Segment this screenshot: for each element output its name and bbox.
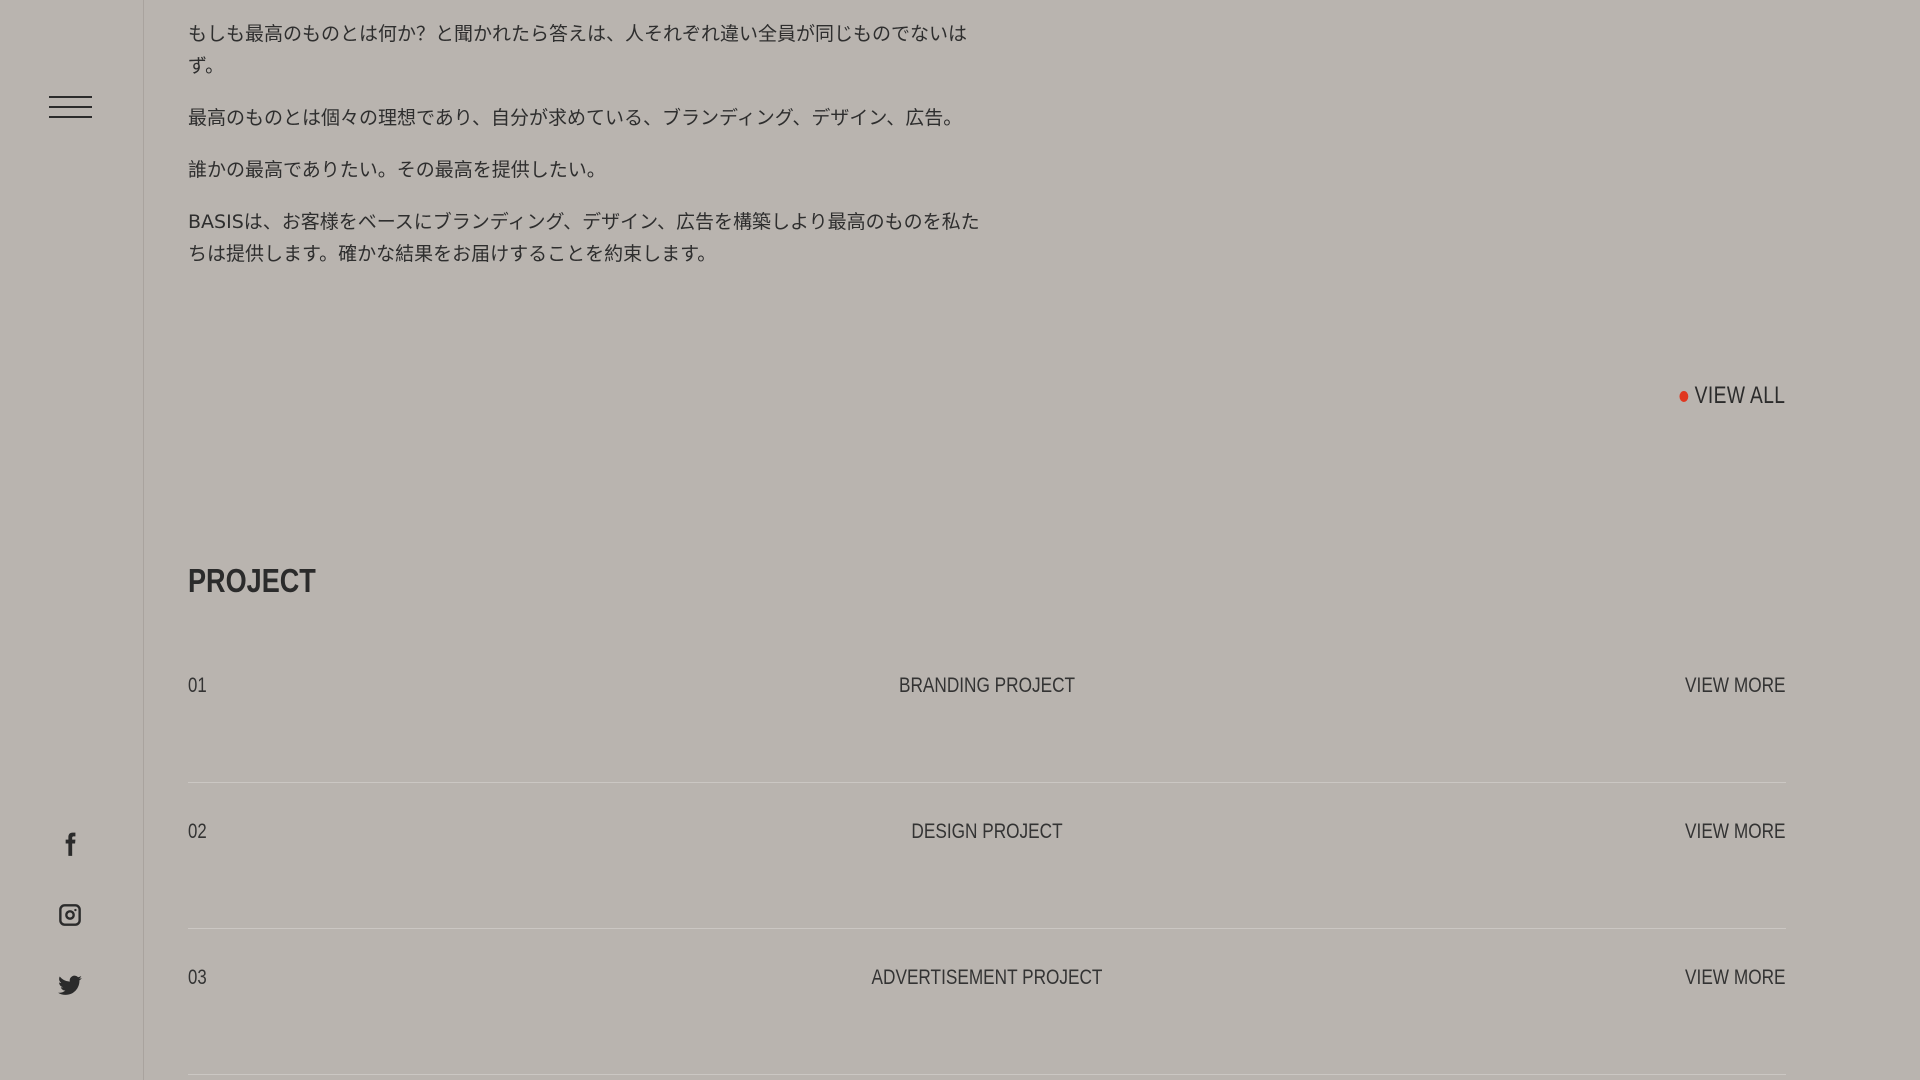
view-more-link[interactable]: VIEW MORE	[1686, 966, 1786, 990]
page: もしも最高のものとは何か？と聞かれたら答えは、人それぞれ違い全員が同じものでない…	[0, 0, 1920, 1080]
project-row[interactable]: 01 BRANDING PROJECT VIEW MORE	[188, 637, 1786, 783]
hamburger-menu-icon[interactable]	[49, 96, 92, 120]
intro-paragraph: 誰かの最高でありたい。その最高を提供したい。	[188, 159, 606, 181]
project-row[interactable]: 03 ADVERTISEMENT PROJECT VIEW MORE	[188, 929, 1786, 1075]
project-number: 03	[188, 966, 207, 989]
intro-paragraph: BASISは、お客様をベースにブランディング、デザイン、広告を構築しより最高のも…	[188, 211, 980, 265]
intro-paragraph: 最高のものとは個々の理想であり、自分が求めている、ブランディング、デザイン、広告…	[188, 107, 963, 129]
project-name: BRANDING PROJECT	[898, 674, 1076, 697]
sidebar	[0, 0, 144, 1080]
view-more-link[interactable]: VIEW MORE	[1686, 820, 1786, 844]
twitter-icon[interactable]	[56, 972, 84, 1000]
hamburger-line	[49, 96, 92, 98]
instagram-icon[interactable]	[56, 901, 84, 929]
hamburger-line	[49, 116, 92, 118]
view-all-label: VIEW ALL	[1694, 382, 1785, 409]
view-more-link[interactable]: VIEW MORE	[1686, 674, 1786, 698]
intro-paragraph: もしも最高のものとは何か？と聞かれたら答えは、人それぞれ違い全員が同じものでない…	[188, 23, 968, 77]
view-all-link[interactable]: VIEW ALL	[1679, 382, 1785, 410]
intro-text: もしも最高のものとは何か？と聞かれたら答えは、人それぞれ違い全員が同じものでない…	[188, 18, 988, 290]
project-section-title: PROJECT	[188, 562, 316, 600]
project-number: 01	[188, 674, 207, 697]
project-list: 01 BRANDING PROJECT VIEW MORE 02 DESIGN …	[188, 637, 1786, 1075]
project-name: ADVERTISEMENT PROJECT	[871, 966, 1103, 989]
accent-dot-icon	[1679, 390, 1688, 402]
project-name: DESIGN PROJECT	[911, 820, 1063, 843]
facebook-icon[interactable]	[56, 830, 84, 858]
project-number: 02	[188, 820, 207, 843]
hamburger-line	[49, 106, 92, 108]
project-row[interactable]: 02 DESIGN PROJECT VIEW MORE	[188, 783, 1786, 929]
